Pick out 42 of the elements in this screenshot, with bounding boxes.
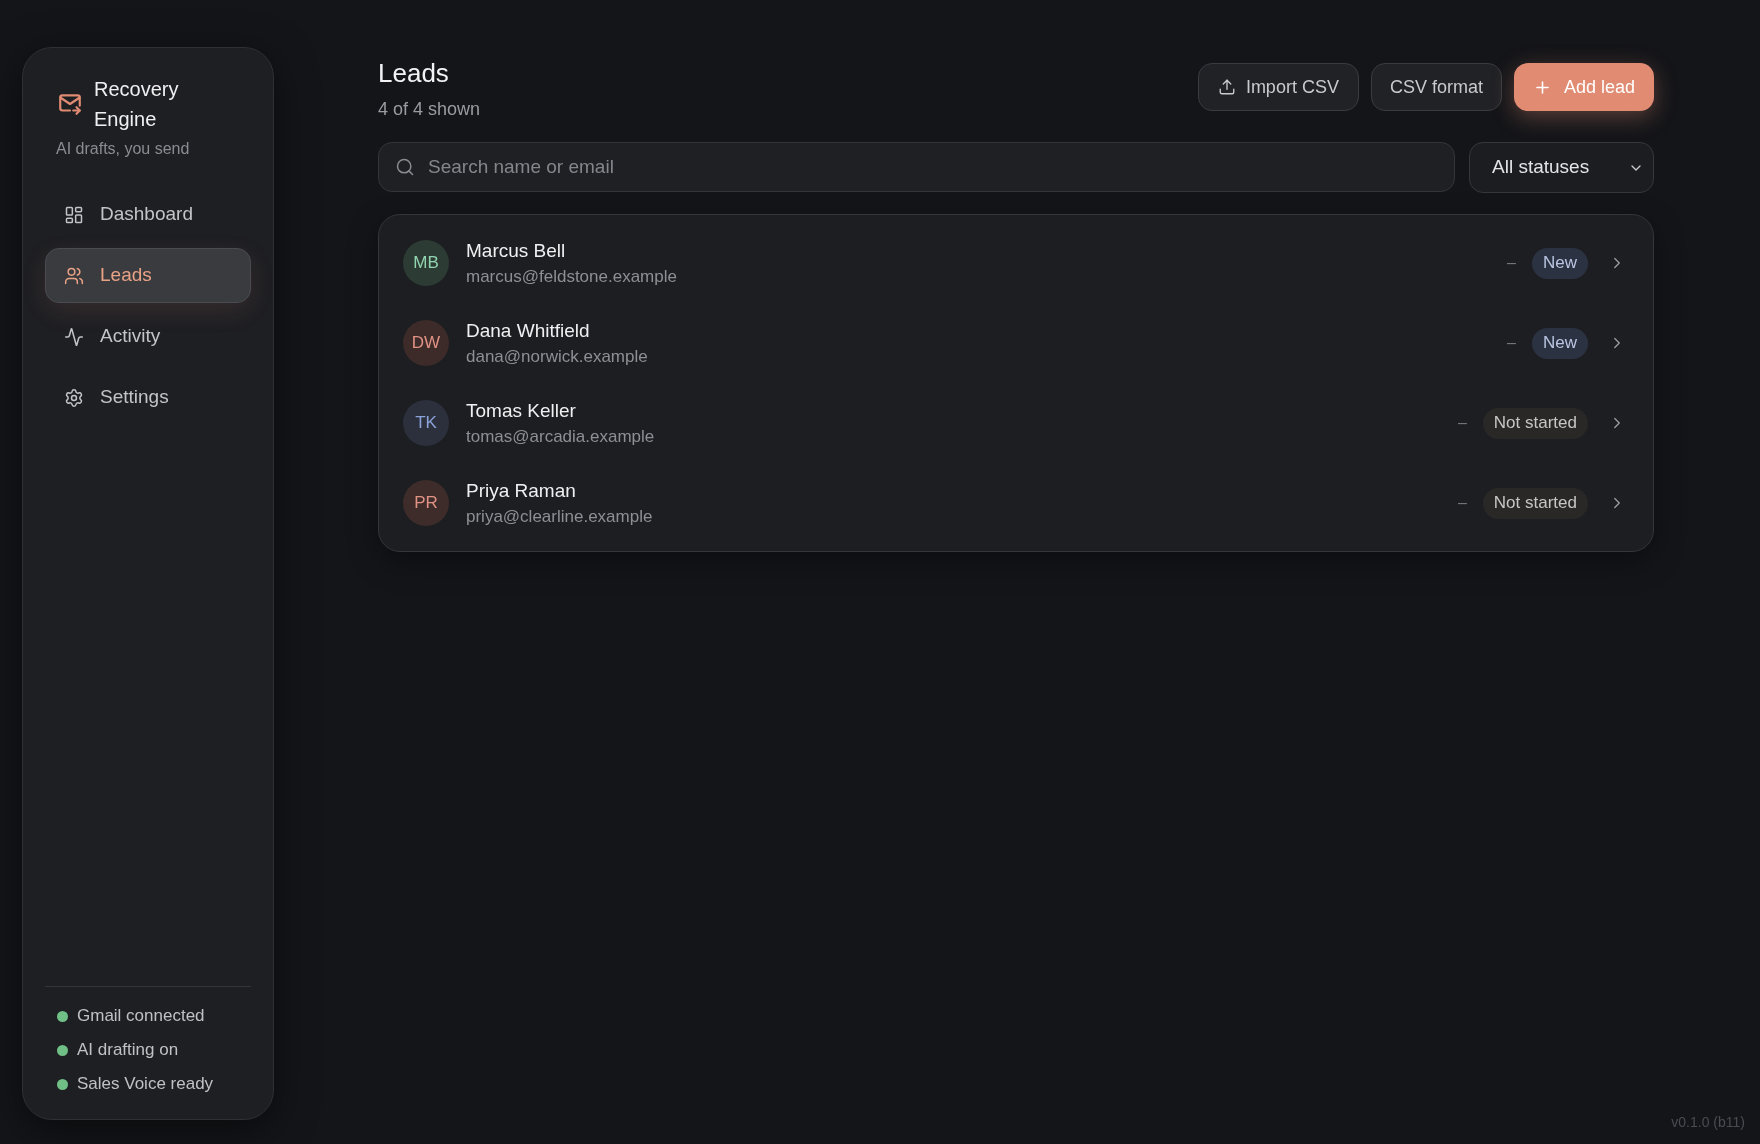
nav-item[interactable]: Leads	[45, 248, 251, 303]
gear-icon	[64, 387, 84, 408]
envelope-arrow-icon	[57, 91, 83, 117]
lead-name: Tomas Keller	[466, 398, 576, 423]
lead-email: tomas@arcadia.example	[466, 425, 655, 448]
search-icon	[395, 157, 415, 177]
lead-email: dana@norwick.example	[466, 345, 648, 368]
status-label: AI drafting on	[77, 1039, 179, 1061]
empty-value: –	[1457, 413, 1467, 433]
nav-item[interactable]: Activity	[45, 309, 251, 364]
app-tagline: AI drafts, you send	[55, 139, 190, 159]
people-icon	[64, 265, 84, 286]
import-button[interactable]: Import CSV	[1197, 63, 1359, 111]
upload-icon	[1217, 78, 1236, 96]
avatar: MB	[403, 240, 449, 286]
status-badge: New	[1532, 247, 1588, 279]
empty-value: –	[1457, 493, 1467, 513]
nav-item[interactable]: Dashboard	[45, 187, 251, 242]
pulse-icon	[64, 326, 84, 347]
lead-email: priya@clearline.example	[466, 505, 653, 528]
app-name: Recovery Engine	[94, 77, 180, 132]
page-title: Leads	[378, 57, 449, 89]
status-badge: Not started	[1482, 407, 1588, 439]
lead-name: Marcus Bell	[466, 238, 566, 263]
lead-name: Priya Raman	[466, 478, 576, 503]
empty-value: –	[1507, 333, 1516, 353]
lead-email: marcus@feldstone.example	[466, 265, 677, 288]
format-button[interactable]: CSV format	[1370, 63, 1502, 111]
status-filter[interactable]: All statuses	[1469, 142, 1654, 193]
grid-icon	[64, 204, 84, 225]
avatar: DW	[403, 320, 449, 366]
empty-value: –	[1507, 253, 1516, 273]
lead-count: 4 of 4 shown	[378, 98, 481, 120]
avatar: TK	[403, 400, 449, 446]
status-label: Sales Voice ready	[77, 1073, 214, 1095]
nav-item[interactable]: Settings	[45, 370, 251, 425]
search-field[interactable]: Search name or email	[378, 142, 1455, 192]
lead-name: Dana Whitfield	[466, 318, 590, 343]
status-badge: New	[1532, 327, 1588, 359]
status-label: Gmail connected	[77, 1005, 205, 1027]
avatar: PR	[403, 480, 449, 526]
status-badge: Not started	[1482, 487, 1588, 519]
